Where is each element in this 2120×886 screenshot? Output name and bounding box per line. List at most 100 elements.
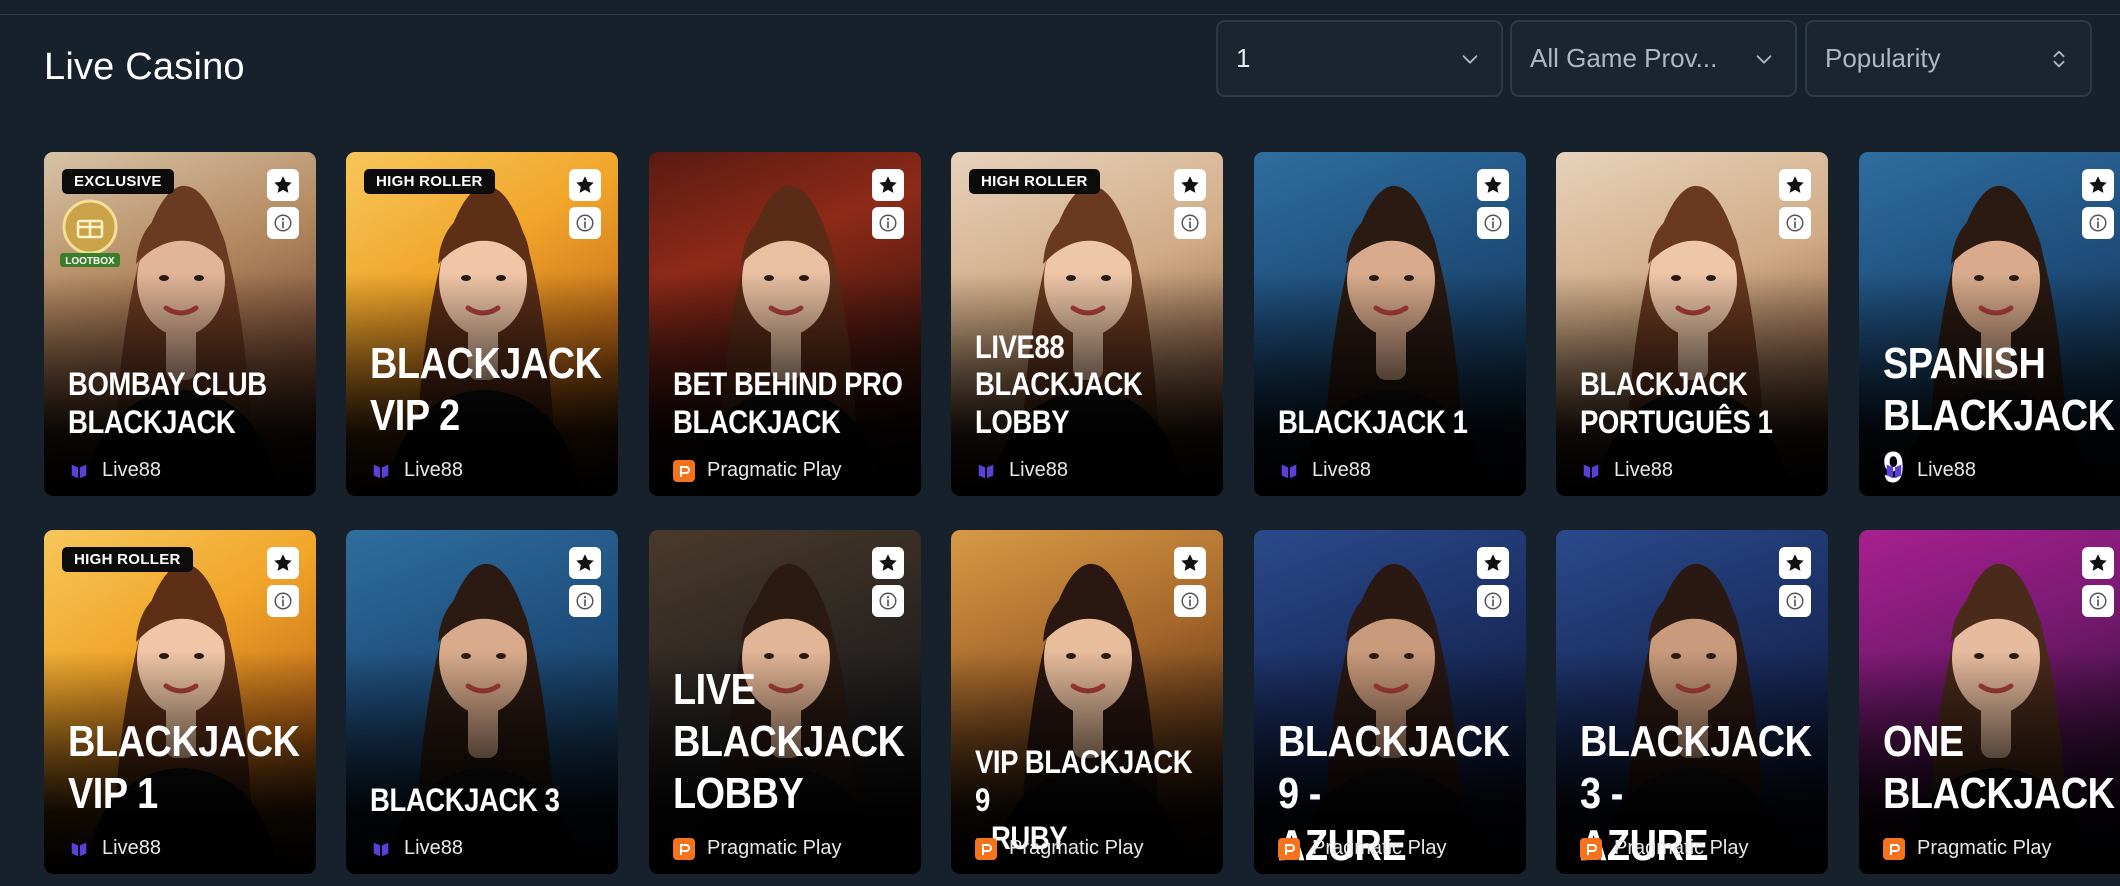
- count-select-value: 1: [1236, 43, 1251, 73]
- star-icon: [1786, 176, 1804, 193]
- game-provider: Pragmatic Play: [975, 837, 1144, 860]
- game-card[interactable]: HIGH ROLLER BLACKJACK VIP 2 Live88: [346, 152, 618, 496]
- game-info-button[interactable]: [569, 585, 601, 617]
- provider-name: Live88: [102, 459, 161, 481]
- star-icon: [576, 176, 594, 193]
- game-title-line: PORTUGUÊS 1: [1580, 404, 1773, 441]
- game-title-line: BLACKJACK 9 -: [1278, 717, 1510, 819]
- live88-logo-icon: [1278, 460, 1300, 482]
- game-card[interactable]: BLACKJACK 3 Live88: [346, 530, 618, 874]
- favorite-star-button[interactable]: [569, 169, 601, 201]
- game-info-button[interactable]: [1477, 207, 1509, 239]
- game-card[interactable]: SPANISH BLACKJACK 9 Live88: [1859, 152, 2120, 496]
- provider-name: Live88: [1009, 459, 1068, 481]
- favorite-star-button[interactable]: [872, 169, 904, 201]
- game-provider: Pragmatic Play: [1580, 837, 1749, 860]
- game-title: BLACKJACK VIP 1: [68, 716, 300, 820]
- favorite-star-button[interactable]: [872, 547, 904, 579]
- favorite-star-button[interactable]: [2082, 547, 2114, 579]
- game-provider: Live88: [1278, 459, 1371, 482]
- game-title-line: BLACKJACK 3 -: [1580, 717, 1812, 819]
- game-info-button[interactable]: [267, 585, 299, 617]
- game-card[interactable]: HIGH ROLLER BLACKJACK VIP 1 Live88: [44, 530, 316, 874]
- game-card[interactable]: VIP BLACKJACK 9- RUBY Pragmatic Play: [951, 530, 1223, 874]
- game-info-button[interactable]: [1477, 585, 1509, 617]
- provider-name: Live88: [404, 837, 463, 859]
- game-title-line: BLACKJACK: [370, 339, 602, 389]
- game-provider: Live88: [370, 459, 463, 482]
- chevron-down-icon: [1756, 54, 1772, 64]
- game-title: BOMBAY CLUB BLACKJACK: [68, 366, 300, 442]
- card-gradient: [346, 152, 618, 496]
- favorite-star-button[interactable]: [1174, 547, 1206, 579]
- game-card[interactable]: BLACKJACK PORTUGUÊS 1 Live88: [1556, 152, 1828, 496]
- game-title: LIVE88 BLACKJACK LOBBY: [975, 329, 1207, 442]
- game-provider: Live88: [1580, 459, 1673, 482]
- favorite-star-button[interactable]: [267, 547, 299, 579]
- info-icon: [879, 592, 897, 610]
- game-card[interactable]: EXCLUSIVE LOOTBOX BOMBAY CLUB BLACKJACK Live…: [44, 152, 316, 496]
- game-card[interactable]: LIVE BLACKJACK LOBBY Pragmatic Play: [649, 530, 921, 874]
- favorite-star-button[interactable]: [2082, 169, 2114, 201]
- game-info-button[interactable]: [267, 207, 299, 239]
- count-select[interactable]: 1: [1216, 20, 1503, 97]
- info-icon: [274, 214, 292, 232]
- card-gradient: [649, 152, 921, 496]
- favorite-star-button[interactable]: [1477, 169, 1509, 201]
- favorite-star-button[interactable]: [1477, 547, 1509, 579]
- card-badge: HIGH ROLLER: [364, 169, 495, 194]
- game-info-button[interactable]: [2082, 207, 2114, 239]
- game-info-button[interactable]: [569, 207, 601, 239]
- game-provider: Pragmatic Play: [673, 459, 842, 482]
- game-provider: Live88: [68, 837, 161, 860]
- info-icon: [274, 592, 292, 610]
- game-info-button[interactable]: [872, 585, 904, 617]
- game-title-line: LOBBY: [975, 404, 1070, 441]
- game-info-button[interactable]: [872, 207, 904, 239]
- favorite-star-button[interactable]: [1174, 169, 1206, 201]
- star-icon: [2089, 176, 2107, 193]
- game-card[interactable]: BLACKJACK 9 - AZURE Pragmatic Play: [1254, 530, 1526, 874]
- game-card[interactable]: BLACKJACK 3 - AZURE Pragmatic Play: [1556, 530, 1828, 874]
- provider-select-value: All Game Prov...: [1530, 43, 1718, 73]
- favorite-star-button[interactable]: [1779, 547, 1811, 579]
- top-divider: [0, 0, 2120, 15]
- game-info-button[interactable]: [2082, 585, 2114, 617]
- game-title-line: BLACKJACK 1: [1278, 404, 1468, 441]
- game-info-button[interactable]: [1174, 207, 1206, 239]
- favorite-star-button[interactable]: [1779, 169, 1811, 201]
- star-icon: [1786, 554, 1804, 571]
- provider-name: Pragmatic Play: [1312, 837, 1447, 859]
- game-card[interactable]: BLACKJACK 1 Live88: [1254, 152, 1526, 496]
- provider-name: Pragmatic Play: [1009, 837, 1144, 859]
- star-icon: [576, 554, 594, 571]
- game-card[interactable]: BET BEHIND PRO BLACKJACK Pragmatic Play: [649, 152, 921, 496]
- provider-name: Pragmatic Play: [707, 837, 842, 859]
- pragmatic-play-logo-icon: [1883, 837, 1905, 860]
- sort-select[interactable]: Popularity: [1805, 20, 2092, 97]
- game-info-button[interactable]: [1174, 585, 1206, 617]
- game-info-button[interactable]: [1779, 207, 1811, 239]
- svg-text:LOOTBOX: LOOTBOX: [65, 256, 115, 267]
- live88-logo-icon: [370, 460, 392, 482]
- game-provider: Live88: [370, 837, 463, 860]
- lootbox-icon: LOOTBOX: [60, 199, 120, 267]
- game-provider: Pragmatic Play: [673, 837, 842, 860]
- pragmatic-play-logo-icon: [1278, 837, 1300, 860]
- provider-name: Live88: [1614, 459, 1673, 481]
- game-title-line: SPANISH: [1883, 339, 2046, 389]
- star-icon: [1181, 554, 1199, 571]
- game-title-line: BLACKJACK: [68, 404, 236, 441]
- game-info-button[interactable]: [1779, 585, 1811, 617]
- info-icon: [576, 214, 594, 232]
- game-card[interactable]: ONE BLACKJACK Pragmatic Play: [1859, 530, 2120, 874]
- sort-updown-icon: [2053, 50, 2065, 67]
- game-provider: Live88: [975, 459, 1068, 482]
- favorite-star-button[interactable]: [267, 169, 299, 201]
- sort-select-value: Popularity: [1825, 43, 1941, 73]
- favorite-star-button[interactable]: [569, 547, 601, 579]
- provider-select[interactable]: All Game Prov...: [1510, 20, 1797, 97]
- live88-logo-icon: [1883, 460, 1905, 482]
- star-icon: [1181, 176, 1199, 193]
- game-card[interactable]: HIGH ROLLER LIVE88 BLACKJACK LOBBY Live88: [951, 152, 1223, 496]
